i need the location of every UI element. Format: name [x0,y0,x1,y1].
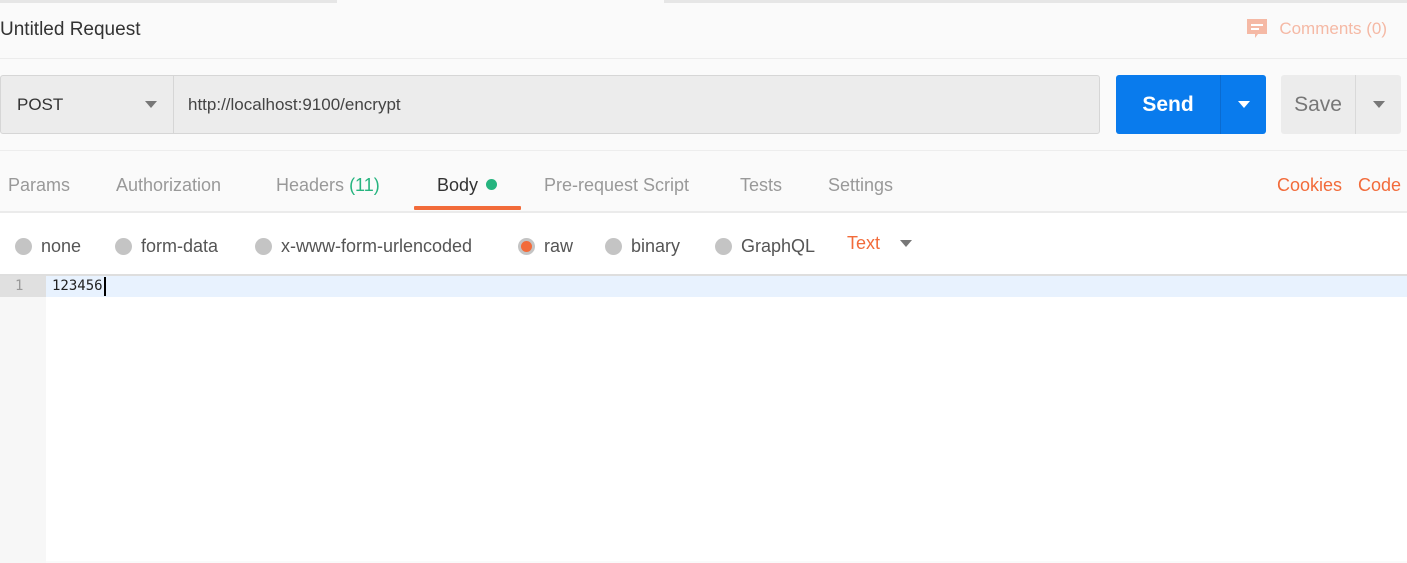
send-button[interactable]: Send [1116,75,1221,134]
body-type-graphql[interactable]: GraphQL [715,236,815,257]
tab-label: Headers [276,175,345,195]
method-label: POST [17,94,64,114]
code-text: 123456 [52,278,103,294]
tab-body[interactable]: Body [437,175,498,196]
chevron-down-icon [900,240,913,247]
save-button-group: Save [1281,75,1401,134]
chevron-down-icon [1372,101,1385,108]
body-type-none[interactable]: none [15,236,81,257]
radio-selected-icon [518,238,535,255]
tab-label: Body [437,175,479,195]
request-tabs: Params Authorization Headers (11) Body P… [0,163,1407,211]
cookies-link[interactable]: Cookies [1277,175,1342,196]
comments-label: Comments (0) [1279,19,1387,38]
body-type-binary[interactable]: binary [605,236,680,257]
divider [0,58,1407,59]
line-content[interactable]: 123456 [52,276,106,297]
option-label: none [41,236,82,256]
headers-count: (11) [349,175,380,195]
send-button-group: Send [1116,75,1266,134]
tab-pre-request-script[interactable]: Pre-request Script [544,175,689,196]
raw-format-label: Text [847,233,881,253]
body-type-form-data[interactable]: form-data [115,236,218,257]
divider [0,150,1407,151]
comments-button[interactable]: Comments (0) [1245,17,1387,41]
line-number: 1 [0,276,46,297]
tab-params[interactable]: Params [8,175,70,196]
tab-strip [0,0,1407,3]
code-link[interactable]: Code [1358,175,1401,196]
url-input[interactable]: http://localhost:9100/encrypt [174,76,1099,133]
save-options-button[interactable] [1356,75,1401,134]
option-label: binary [631,236,681,256]
body-type-raw[interactable]: raw [518,236,573,257]
body-type-selector: none form-data x-www-form-urlencoded raw… [0,213,1407,274]
chevron-down-icon [145,101,157,108]
tab-headers[interactable]: Headers (11) [276,175,380,196]
editor-gutter [0,276,46,563]
option-label: x-www-form-urlencoded [281,236,473,256]
option-label: GraphQL [741,236,816,256]
active-tab-indicator [414,206,521,210]
chevron-down-icon [1237,101,1250,108]
method-select[interactable]: POST [1,76,174,133]
radio-icon [605,238,622,255]
radio-icon [15,238,32,255]
request-bar: POST http://localhost:9100/encrypt [0,75,1100,134]
body-indicator-dot [486,178,498,190]
active-request-tab[interactable] [337,0,664,3]
body-type-x-www-form-urlencoded[interactable]: x-www-form-urlencoded [255,236,472,257]
request-title[interactable]: Untitled Request [0,19,140,41]
option-label: raw [544,236,574,256]
body-editor[interactable]: 1 123456 [0,274,1407,563]
tab-tests[interactable]: Tests [740,175,782,196]
tab-authorization[interactable]: Authorization [116,175,221,196]
radio-icon [715,238,732,255]
comment-icon [1245,17,1269,41]
save-button[interactable]: Save [1281,75,1356,134]
editor-line[interactable]: 1 123456 [0,276,1407,297]
radio-icon [115,238,132,255]
tab-settings[interactable]: Settings [828,175,893,196]
option-label: form-data [141,236,219,256]
radio-icon [255,238,272,255]
text-cursor [103,276,106,296]
send-options-button[interactable] [1221,75,1266,134]
raw-format-select[interactable]: Text [847,233,913,254]
